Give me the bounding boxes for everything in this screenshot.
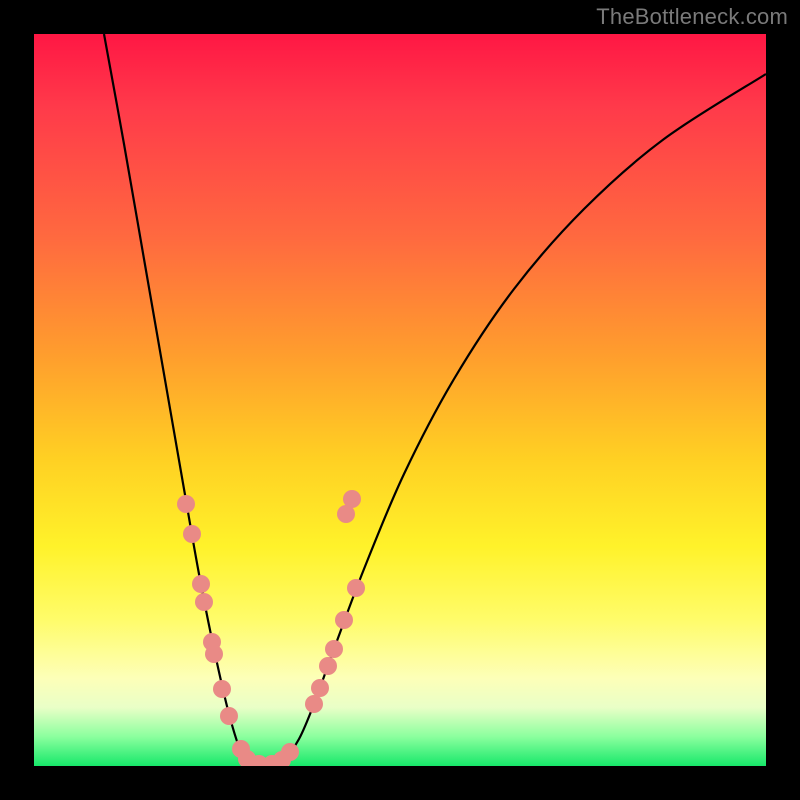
marker-group [177,490,365,766]
highlight-dot [347,579,365,597]
highlight-dot [213,680,231,698]
highlight-dot [305,695,323,713]
highlight-dot [205,645,223,663]
highlight-dot [192,575,210,593]
highlight-dot [177,495,195,513]
highlight-dot [183,525,201,543]
watermark-text: TheBottleneck.com [596,4,788,30]
chart-frame: TheBottleneck.com [0,0,800,800]
curve-svg [34,34,766,766]
highlight-dot [325,640,343,658]
highlight-dot [311,679,329,697]
highlight-dot [319,657,337,675]
highlight-dot [220,707,238,725]
bottleneck-curve-path [104,34,766,766]
highlight-dot [343,490,361,508]
highlight-dot [335,611,353,629]
highlight-dot [281,743,299,761]
highlight-dot [195,593,213,611]
plot-area [34,34,766,766]
